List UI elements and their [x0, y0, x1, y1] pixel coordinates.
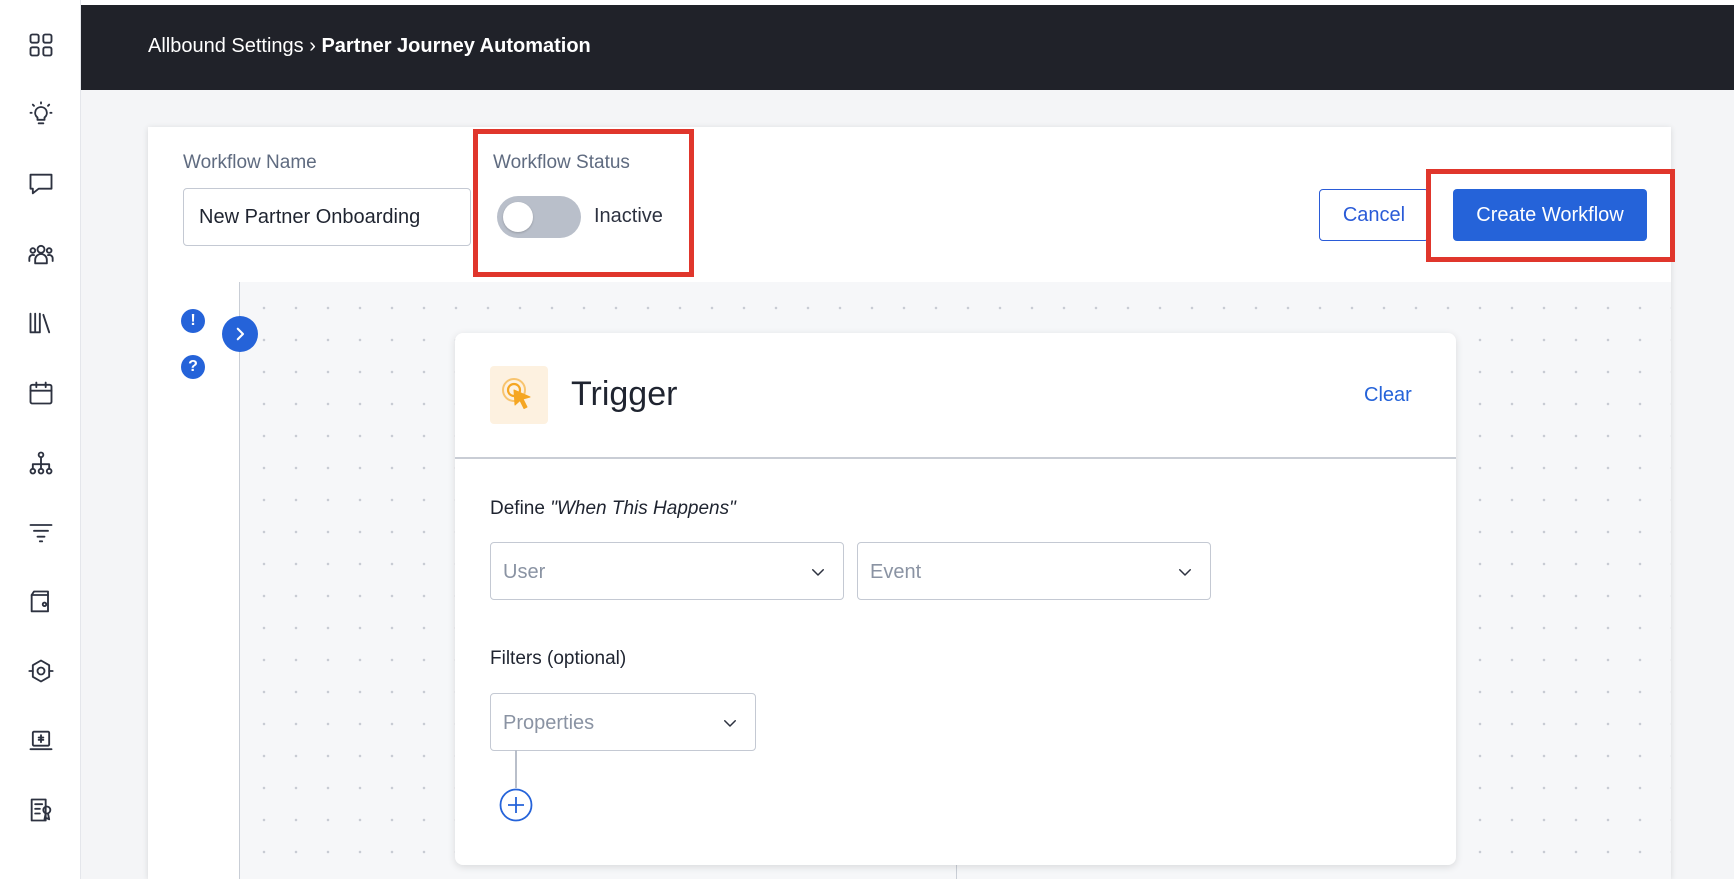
- people-group-icon[interactable]: [24, 237, 58, 271]
- plus-circle-icon: [499, 788, 533, 822]
- chevron-right-icon: [236, 327, 245, 341]
- cancel-button[interactable]: Cancel: [1319, 189, 1429, 241]
- properties-select[interactable]: Properties: [490, 693, 756, 751]
- properties-select-placeholder: Properties: [503, 712, 595, 734]
- pointer-click-icon: [502, 378, 531, 409]
- define-label: Define "When This Happens": [490, 498, 736, 520]
- sidebar-nav: [0, 0, 81, 879]
- help-icon[interactable]: ?: [181, 355, 205, 379]
- define-emphasis: "When This Happens": [550, 498, 736, 519]
- wallet-icon[interactable]: [24, 585, 58, 619]
- breadcrumb-current: Partner Journey Automation: [321, 35, 591, 57]
- clear-link[interactable]: Clear: [1364, 384, 1412, 407]
- define-prefix: Define: [490, 498, 551, 519]
- filters-label: Filters (optional): [490, 648, 627, 669]
- integration-icon[interactable]: [24, 654, 58, 688]
- library-icon[interactable]: [24, 306, 58, 340]
- chevron-down-icon: [812, 569, 824, 576]
- breadcrumb-parent[interactable]: Allbound Settings: [148, 35, 304, 57]
- workflow-status-toggle[interactable]: [497, 196, 581, 238]
- workflow-status-value: Inactive: [594, 205, 663, 227]
- filter-funnel-icon[interactable]: [24, 515, 58, 549]
- user-select[interactable]: User: [490, 542, 844, 600]
- chevron-down-icon: [724, 720, 736, 727]
- org-chart-icon[interactable]: [24, 446, 58, 480]
- chevron-down-icon: [1179, 569, 1191, 576]
- workflow-status-label: Workflow Status: [493, 152, 630, 173]
- trigger-card-divider: [455, 457, 1456, 459]
- breadcrumb-separator: ›: [309, 35, 316, 57]
- trigger-icon: [490, 366, 548, 424]
- workflow-name-label: Workflow Name: [183, 152, 317, 173]
- chat-bubble-icon[interactable]: [24, 167, 58, 201]
- dashboard-grid-icon[interactable]: [24, 28, 58, 62]
- top-header: Allbound Settings › Partner Journey Auto…: [81, 5, 1734, 90]
- user-select-placeholder: User: [503, 561, 546, 583]
- expand-panel-button[interactable]: [222, 316, 258, 352]
- calendar-icon[interactable]: [24, 376, 58, 410]
- create-workflow-button[interactable]: Create Workflow: [1453, 189, 1647, 241]
- filter-connector-line: [515, 750, 517, 788]
- add-filter-button[interactable]: [499, 788, 533, 822]
- toggle-knob: [503, 202, 533, 232]
- lightbulb-icon[interactable]: [24, 97, 58, 131]
- laptop-dollar-icon[interactable]: [24, 724, 58, 758]
- workflow-name-input[interactable]: [183, 188, 471, 246]
- certificate-icon[interactable]: [24, 793, 58, 827]
- event-select-placeholder: Event: [870, 561, 922, 583]
- alert-icon[interactable]: !: [181, 309, 205, 333]
- breadcrumb: Allbound Settings › Partner Journey Auto…: [148, 35, 591, 58]
- trigger-title: Trigger: [571, 375, 678, 413]
- event-select[interactable]: Event: [857, 542, 1211, 600]
